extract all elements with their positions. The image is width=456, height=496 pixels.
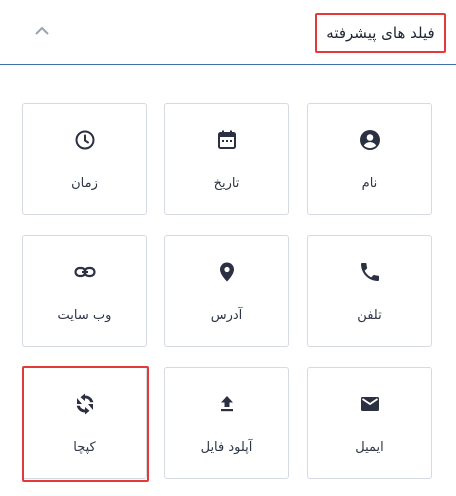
- field-phone-label: تلفن: [357, 308, 382, 323]
- field-date-label: تاریخ: [213, 176, 240, 191]
- link-icon: [73, 260, 97, 284]
- map-pin-icon: [215, 260, 239, 284]
- field-upload-tile[interactable]: آپلود فایل: [164, 367, 289, 479]
- field-email-label: ایمیل: [355, 440, 384, 455]
- advanced-fields-header[interactable]: فیلد های پیشرفته: [0, 0, 456, 65]
- field-website-label: وب سایت: [57, 308, 112, 323]
- field-address-tile[interactable]: آدرس: [164, 235, 289, 347]
- field-upload-label: آپلود فایل: [200, 440, 253, 455]
- field-name-label: نام: [361, 176, 378, 191]
- clock-icon: [73, 128, 97, 152]
- section-title: فیلد های پیشرفته: [315, 13, 446, 53]
- field-time-label: زمان: [71, 176, 98, 191]
- phone-icon: [358, 260, 382, 284]
- calendar-icon: [215, 128, 239, 152]
- field-phone-tile[interactable]: تلفن: [307, 235, 432, 347]
- field-captcha-label: کپچا: [73, 440, 96, 455]
- captcha-icon: [73, 392, 97, 416]
- field-website-tile[interactable]: وب سایت: [22, 235, 147, 347]
- upload-icon: [215, 392, 239, 416]
- chevron-up-icon[interactable]: [30, 21, 54, 41]
- email-icon: [358, 392, 382, 416]
- field-date-tile[interactable]: تاریخ: [164, 103, 289, 215]
- section-title-text: فیلد های پیشرفته: [326, 24, 435, 42]
- field-name-tile[interactable]: نام: [307, 103, 432, 215]
- field-address-label: آدرس: [210, 308, 243, 323]
- account-circle-icon: [358, 128, 382, 152]
- field-captcha-tile[interactable]: کپچا: [22, 367, 147, 479]
- field-email-tile[interactable]: ایمیل: [307, 367, 432, 479]
- field-time-tile[interactable]: زمان: [22, 103, 147, 215]
